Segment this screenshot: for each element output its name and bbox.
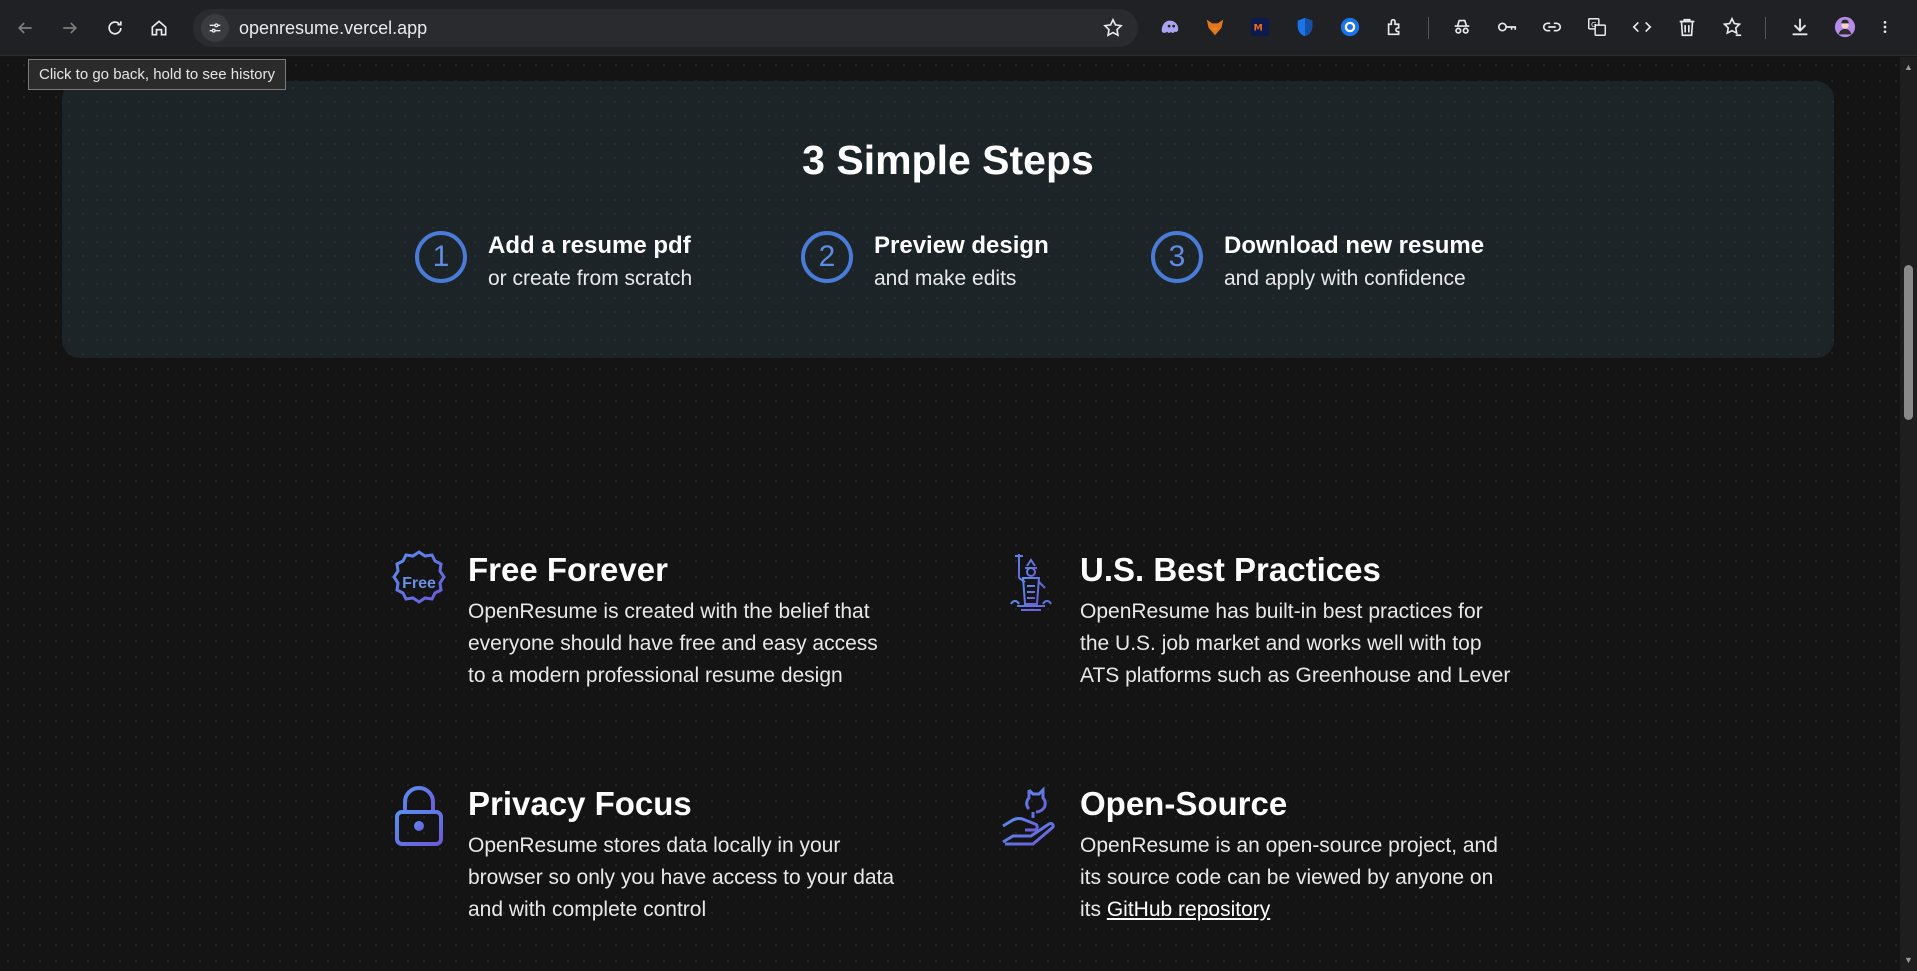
step-1: 1 Add a resume pdf or create from scratc… bbox=[415, 231, 692, 295]
steps-section: 3 Simple Steps 1 Add a resume pdf or cre… bbox=[62, 81, 1834, 358]
scroll-thumb[interactable] bbox=[1904, 265, 1913, 420]
forward-icon bbox=[63, 22, 78, 34]
feature-title: Free Forever bbox=[468, 551, 668, 588]
step-subtitle: or create from scratch bbox=[488, 267, 693, 290]
feature-description: OpenResume has built-in best practices f… bbox=[1080, 600, 1511, 687]
link-icon bbox=[1542, 22, 1562, 32]
steps-title: 3 Simple Steps bbox=[802, 137, 1094, 183]
scroll-down-arrow[interactable]: ▼ bbox=[1904, 956, 1913, 965]
toolbar-divider bbox=[1428, 17, 1429, 39]
page-scrollbar[interactable]: ▲ ▼ bbox=[1900, 57, 1917, 971]
lock-icon bbox=[395, 786, 443, 846]
reload-icon bbox=[108, 21, 122, 35]
metamask-icon: M bbox=[1250, 17, 1270, 37]
feature-privacy-focus: Privacy Focus OpenResume stores data loc… bbox=[385, 782, 894, 926]
forward-button[interactable] bbox=[52, 10, 88, 46]
ghost-icon bbox=[1161, 20, 1179, 33]
back-tooltip: Click to go back, hold to see history bbox=[28, 59, 286, 90]
puzzle-icon bbox=[1387, 18, 1400, 36]
avatar bbox=[1834, 16, 1856, 38]
step-title: Download new resume bbox=[1224, 232, 1485, 259]
github-repository-link[interactable]: GitHub repository bbox=[1107, 898, 1270, 921]
step-title: Preview design bbox=[874, 232, 1049, 259]
step-number-circle: 2 bbox=[801, 231, 853, 283]
download-icon bbox=[1792, 18, 1808, 36]
github-hand-icon bbox=[1002, 786, 1055, 846]
circle-extension[interactable] bbox=[1337, 14, 1363, 40]
back-icon bbox=[17, 22, 32, 34]
fox-extension[interactable] bbox=[1202, 14, 1228, 40]
back-button[interactable] bbox=[7, 10, 43, 46]
site-settings-button[interactable] bbox=[201, 14, 229, 42]
shield-extension[interactable] bbox=[1292, 14, 1318, 40]
bookmark-star-icon bbox=[1722, 16, 1742, 37]
bookmarks-button[interactable] bbox=[1719, 14, 1745, 40]
step-title: Add a resume pdf bbox=[488, 232, 691, 259]
feature-description: OpenResume is an open-source project, an… bbox=[1080, 834, 1498, 921]
menu-button[interactable] bbox=[1877, 14, 1893, 40]
bookmark-star-icon[interactable] bbox=[1102, 17, 1124, 39]
link-extension[interactable] bbox=[1539, 14, 1565, 40]
trash-extension[interactable] bbox=[1674, 14, 1700, 40]
page-content: 3 Simple Steps 1 Add a resume pdf or cre… bbox=[0, 57, 1900, 971]
fox-icon bbox=[1206, 19, 1224, 36]
profile-button[interactable] bbox=[1832, 14, 1858, 40]
incognito-extension[interactable] bbox=[1449, 14, 1475, 40]
svg-text:M: M bbox=[1254, 23, 1263, 34]
feature-us-best-practices: U.S. Best Practices OpenResume has built… bbox=[997, 548, 1510, 692]
free-badge-icon: Free bbox=[392, 550, 446, 604]
ghost-extension[interactable] bbox=[1157, 14, 1183, 40]
menu-icon bbox=[1883, 21, 1887, 33]
tune-icon bbox=[209, 23, 221, 33]
translate-icon: G bbox=[1588, 18, 1606, 36]
translate-extension[interactable]: G bbox=[1584, 14, 1610, 40]
downloads-button[interactable] bbox=[1787, 14, 1813, 40]
extensions-button[interactable] bbox=[1382, 14, 1408, 40]
trash-icon bbox=[1679, 18, 1695, 37]
free-badge-text: Free bbox=[402, 575, 436, 592]
reload-button[interactable] bbox=[97, 10, 133, 46]
metamask-extension[interactable]: M bbox=[1247, 14, 1273, 40]
step-subtitle: and apply with confidence bbox=[1224, 267, 1466, 290]
feature-description: OpenResume is created with the belief th… bbox=[468, 600, 878, 687]
feature-title: U.S. Best Practices bbox=[1080, 551, 1381, 588]
code-extension[interactable] bbox=[1629, 14, 1655, 40]
step-3: 3 Download new resume and apply with con… bbox=[1151, 231, 1484, 295]
step-number-circle: 3 bbox=[1151, 231, 1203, 283]
spy-icon bbox=[1454, 19, 1470, 34]
step-number-circle: 1 bbox=[415, 231, 467, 283]
home-button[interactable] bbox=[141, 10, 177, 46]
feature-description: OpenResume stores data locally in your b… bbox=[468, 834, 895, 921]
step-subtitle: and make edits bbox=[874, 267, 1017, 290]
code-icon bbox=[1632, 21, 1652, 33]
feature-title: Open-Source bbox=[1080, 785, 1288, 822]
step-2: 2 Preview design and make edits bbox=[801, 231, 1049, 295]
password-extension[interactable] bbox=[1494, 14, 1520, 40]
circle-icon bbox=[1340, 17, 1360, 37]
key-icon bbox=[1497, 22, 1517, 32]
feature-open-source: Open-Source OpenResume is an open-source… bbox=[997, 782, 1498, 926]
address-bar[interactable]: openresume.vercel.app bbox=[193, 9, 1138, 47]
browser-toolbar: openresume.vercel.app M G bbox=[0, 0, 1917, 56]
scroll-up-arrow[interactable]: ▲ bbox=[1904, 63, 1913, 72]
svg-text:G: G bbox=[1591, 20, 1597, 29]
shield-icon bbox=[1297, 17, 1313, 37]
home-icon bbox=[151, 20, 167, 36]
feature-free-forever: Free Free Forever OpenResume is created … bbox=[385, 548, 878, 692]
statue-of-liberty-icon bbox=[1010, 554, 1052, 611]
url-text[interactable]: openresume.vercel.app bbox=[239, 18, 427, 39]
feature-title: Privacy Focus bbox=[468, 785, 692, 822]
toolbar-divider bbox=[1765, 17, 1766, 39]
